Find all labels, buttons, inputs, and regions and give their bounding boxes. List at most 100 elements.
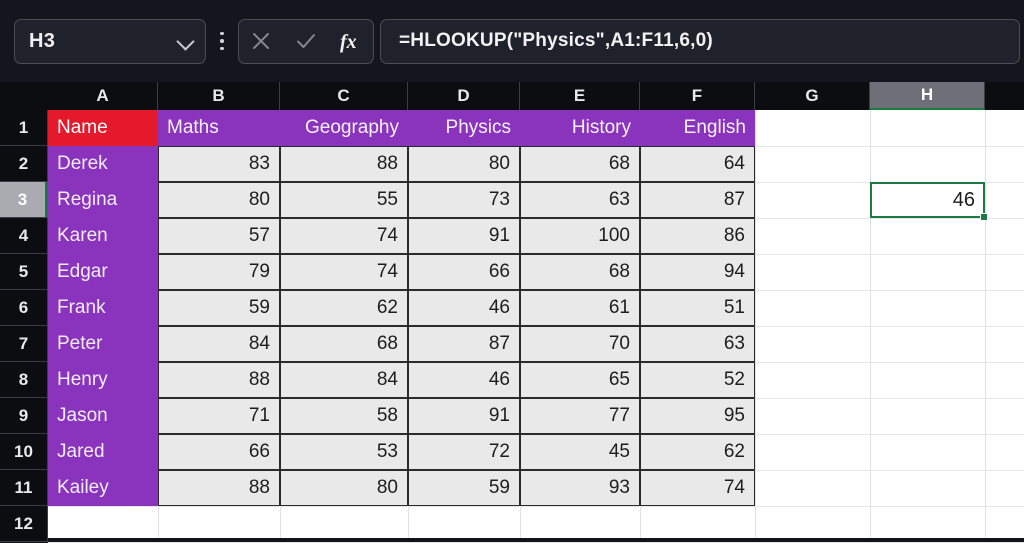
name-cell[interactable]: Henry — [48, 362, 158, 398]
score-cell[interactable]: 88 — [280, 146, 408, 182]
column-header-g[interactable]: G — [755, 82, 870, 110]
column-header-e[interactable]: E — [520, 82, 640, 110]
table-header-cell[interactable]: History — [520, 110, 640, 146]
score-cell[interactable]: 77 — [520, 398, 640, 434]
more-options-icon[interactable] — [209, 19, 235, 64]
spreadsheet-grid[interactable]: ABCDEFGH 123456789101112 NameMathsGeogra… — [0, 82, 1024, 538]
score-cell[interactable]: 91 — [408, 218, 520, 254]
table-header-cell[interactable]: Physics — [408, 110, 520, 146]
score-cell[interactable]: 88 — [158, 362, 280, 398]
score-cell[interactable]: 52 — [640, 362, 755, 398]
score-cell[interactable]: 62 — [640, 434, 755, 470]
row-header-6[interactable]: 6 — [0, 290, 48, 326]
score-cell[interactable]: 65 — [520, 362, 640, 398]
chevron-down-icon[interactable] — [177, 32, 195, 50]
score-cell[interactable]: 72 — [408, 434, 520, 470]
column-header-d[interactable]: D — [408, 82, 520, 110]
grid-vertical-line — [870, 110, 871, 538]
score-cell[interactable]: 86 — [640, 218, 755, 254]
score-cell[interactable]: 74 — [640, 470, 755, 506]
name-cell[interactable]: Karen — [48, 218, 158, 254]
row-header-9[interactable]: 9 — [0, 398, 48, 434]
score-cell[interactable]: 55 — [280, 182, 408, 218]
name-cell[interactable]: Derek — [48, 146, 158, 182]
row-header-3[interactable]: 3 — [0, 182, 48, 218]
row-header-column: 123456789101112 — [0, 110, 48, 538]
row-header-8[interactable]: 8 — [0, 362, 48, 398]
fx-function-icon[interactable]: fx — [332, 22, 370, 60]
row-header-7[interactable]: 7 — [0, 326, 48, 362]
name-cell[interactable]: Edgar — [48, 254, 158, 290]
score-cell[interactable]: 95 — [640, 398, 755, 434]
score-cell[interactable]: 83 — [158, 146, 280, 182]
row-header-11[interactable]: 11 — [0, 470, 48, 506]
score-cell[interactable]: 88 — [158, 470, 280, 506]
score-cell[interactable]: 71 — [158, 398, 280, 434]
score-cell[interactable]: 84 — [280, 362, 408, 398]
score-cell[interactable]: 80 — [408, 146, 520, 182]
sheet-cells[interactable]: NameMathsGeographyPhysicsHistoryEnglish D… — [48, 110, 1024, 538]
score-cell[interactable]: 84 — [158, 326, 280, 362]
column-header-a[interactable]: A — [48, 82, 158, 110]
score-cell[interactable]: 46 — [408, 362, 520, 398]
name-box[interactable]: H3 — [14, 19, 206, 64]
score-cell[interactable]: 63 — [520, 182, 640, 218]
score-cell[interactable]: 70 — [520, 326, 640, 362]
score-cell[interactable]: 68 — [520, 254, 640, 290]
table-header-cell[interactable]: Name — [48, 110, 158, 146]
score-cell[interactable]: 73 — [408, 182, 520, 218]
cancel-x-icon[interactable] — [242, 22, 280, 60]
fill-handle[interactable] — [980, 213, 988, 221]
score-cell[interactable]: 80 — [158, 182, 280, 218]
score-cell[interactable]: 63 — [640, 326, 755, 362]
score-cell[interactable]: 79 — [158, 254, 280, 290]
score-cell[interactable]: 93 — [520, 470, 640, 506]
score-cell[interactable]: 59 — [158, 290, 280, 326]
score-cell[interactable]: 45 — [520, 434, 640, 470]
score-cell[interactable]: 46 — [408, 290, 520, 326]
row-header-2[interactable]: 2 — [0, 146, 48, 182]
score-cell[interactable]: 51 — [640, 290, 755, 326]
score-cell[interactable]: 58 — [280, 398, 408, 434]
table-header-cell[interactable]: Maths — [158, 110, 280, 146]
name-cell[interactable]: Jason — [48, 398, 158, 434]
column-header-f[interactable]: F — [640, 82, 755, 110]
score-cell[interactable]: 80 — [280, 470, 408, 506]
column-header-c[interactable]: C — [280, 82, 408, 110]
table-header-cell[interactable]: English — [640, 110, 755, 146]
score-cell[interactable]: 66 — [158, 434, 280, 470]
confirm-check-icon[interactable] — [287, 22, 325, 60]
score-cell[interactable]: 66 — [408, 254, 520, 290]
formula-actions-group: fx — [238, 19, 374, 64]
selected-cell-h3[interactable]: 46 — [870, 182, 985, 218]
name-cell[interactable]: Jared — [48, 434, 158, 470]
score-cell[interactable]: 91 — [408, 398, 520, 434]
table-header-cell[interactable]: Geography — [280, 110, 408, 146]
score-cell[interactable]: 74 — [280, 218, 408, 254]
row-header-10[interactable]: 10 — [0, 434, 48, 470]
score-cell[interactable]: 57 — [158, 218, 280, 254]
name-cell[interactable]: Peter — [48, 326, 158, 362]
formula-input[interactable]: =HLOOKUP("Physics",A1:F11,6,0) — [380, 19, 1020, 64]
row-header-4[interactable]: 4 — [0, 218, 48, 254]
score-cell[interactable]: 62 — [280, 290, 408, 326]
column-header-h[interactable]: H — [870, 82, 985, 110]
score-cell[interactable]: 100 — [520, 218, 640, 254]
score-cell[interactable]: 87 — [408, 326, 520, 362]
score-cell[interactable]: 94 — [640, 254, 755, 290]
row-header-1[interactable]: 1 — [0, 110, 48, 146]
score-cell[interactable]: 74 — [280, 254, 408, 290]
score-cell[interactable]: 64 — [640, 146, 755, 182]
score-cell[interactable]: 59 — [408, 470, 520, 506]
name-cell[interactable]: Kailey — [48, 470, 158, 506]
score-cell[interactable]: 61 — [520, 290, 640, 326]
score-cell[interactable]: 68 — [520, 146, 640, 182]
score-cell[interactable]: 53 — [280, 434, 408, 470]
name-cell[interactable]: Regina — [48, 182, 158, 218]
score-cell[interactable]: 68 — [280, 326, 408, 362]
row-header-12[interactable]: 12 — [0, 506, 48, 542]
row-header-5[interactable]: 5 — [0, 254, 48, 290]
name-cell[interactable]: Frank — [48, 290, 158, 326]
column-header-b[interactable]: B — [158, 82, 280, 110]
score-cell[interactable]: 87 — [640, 182, 755, 218]
